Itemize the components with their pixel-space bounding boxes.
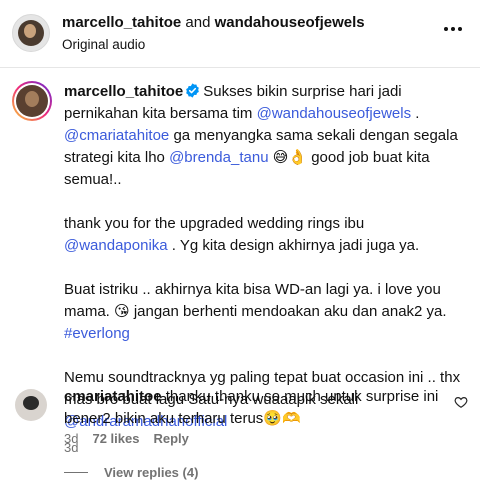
post-header: marcello_tahitoe and wandahouseofjewels … <box>0 0 480 68</box>
collaborator-username[interactable]: wandahouseofjewels <box>215 14 365 31</box>
caption-text: . <box>411 105 420 122</box>
divider-line <box>64 472 88 473</box>
caption-text: thank you for the upgraded wedding rings… <box>64 215 365 232</box>
post-authors: marcello_tahitoe and wandahouseofjewels <box>62 14 365 31</box>
heart-icon[interactable] <box>454 395 468 409</box>
mention-link[interactable]: @brenda_tanu <box>169 149 268 166</box>
verified-badge-icon <box>186 83 200 98</box>
authors-joiner: and <box>181 14 215 31</box>
audio-label[interactable]: Original audio <box>62 37 145 52</box>
view-replies-label: View replies (4) <box>104 465 199 480</box>
comment-username[interactable]: cmariatahitoe <box>64 388 162 405</box>
reply-button[interactable]: Reply <box>153 431 188 446</box>
avatar[interactable] <box>12 14 50 52</box>
avatar[interactable] <box>12 81 52 121</box>
mention-link[interactable]: @wandaponika <box>64 237 168 254</box>
avatar[interactable] <box>15 389 47 421</box>
more-options-button[interactable] <box>444 26 462 32</box>
comment-meta: 3d 72 likes Reply <box>64 431 189 446</box>
caption-username[interactable]: marcello_tahitoe <box>64 83 183 100</box>
comment-timestamp[interactable]: 3d <box>64 431 78 446</box>
hashtag-link[interactable]: #everlong <box>64 325 130 342</box>
likes-count[interactable]: 72 likes <box>92 431 139 446</box>
comment-text: cmariatahitoe thanku thanku so much untu… <box>64 386 444 430</box>
view-replies-button[interactable]: View replies (4) <box>64 465 198 480</box>
caption-paragraph: marcello_tahitoe Sukses bikin surprise ha… <box>64 81 464 191</box>
caption-text: Buat istriku .. akhirnya kita bisa WD-an… <box>64 281 447 320</box>
author-username[interactable]: marcello_tahitoe <box>62 14 181 31</box>
mention-link[interactable]: @wandahouseofjewels <box>257 105 412 122</box>
caption-paragraph: thank you for the upgraded wedding rings… <box>64 213 464 257</box>
mention-link[interactable]: @cmariatahitoe <box>64 127 169 144</box>
caption-text: . Yg kita design akhirnya jadi juga ya. <box>167 237 420 254</box>
caption-paragraph: Buat istriku .. akhirnya kita bisa WD-an… <box>64 279 464 345</box>
